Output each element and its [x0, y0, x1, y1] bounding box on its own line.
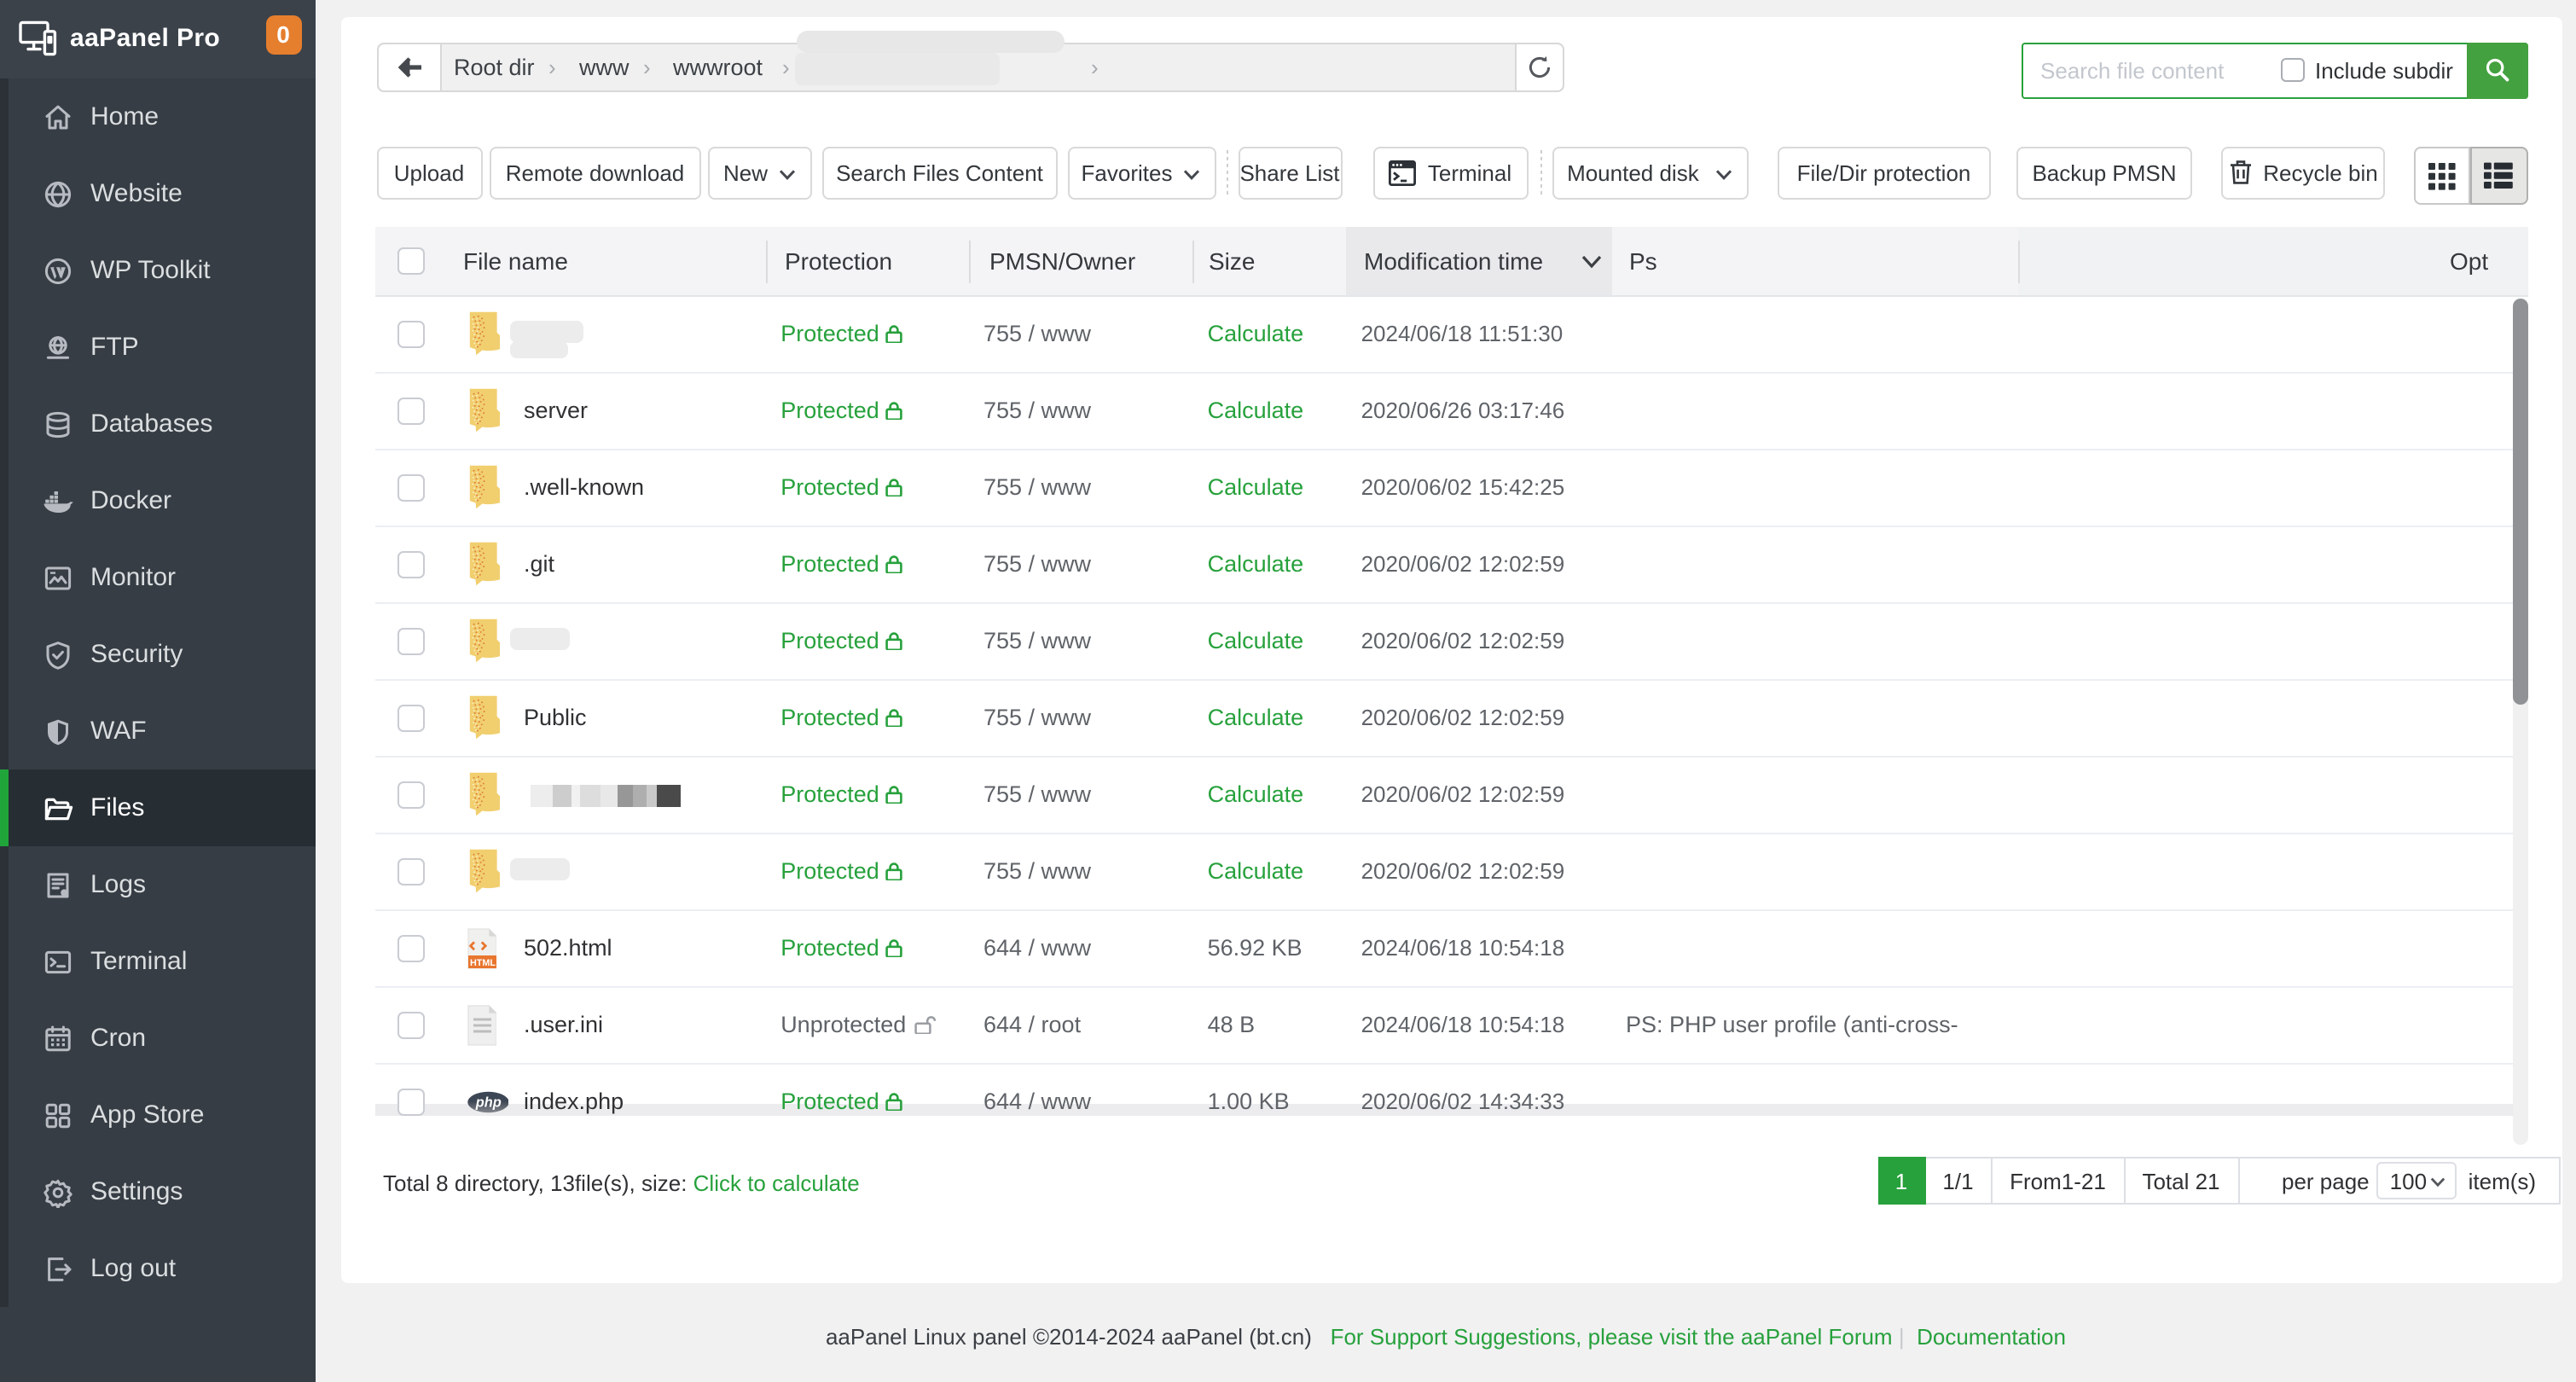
svg-text:HTML: HTML: [469, 958, 495, 968]
svg-text:php: php: [474, 1095, 501, 1111]
